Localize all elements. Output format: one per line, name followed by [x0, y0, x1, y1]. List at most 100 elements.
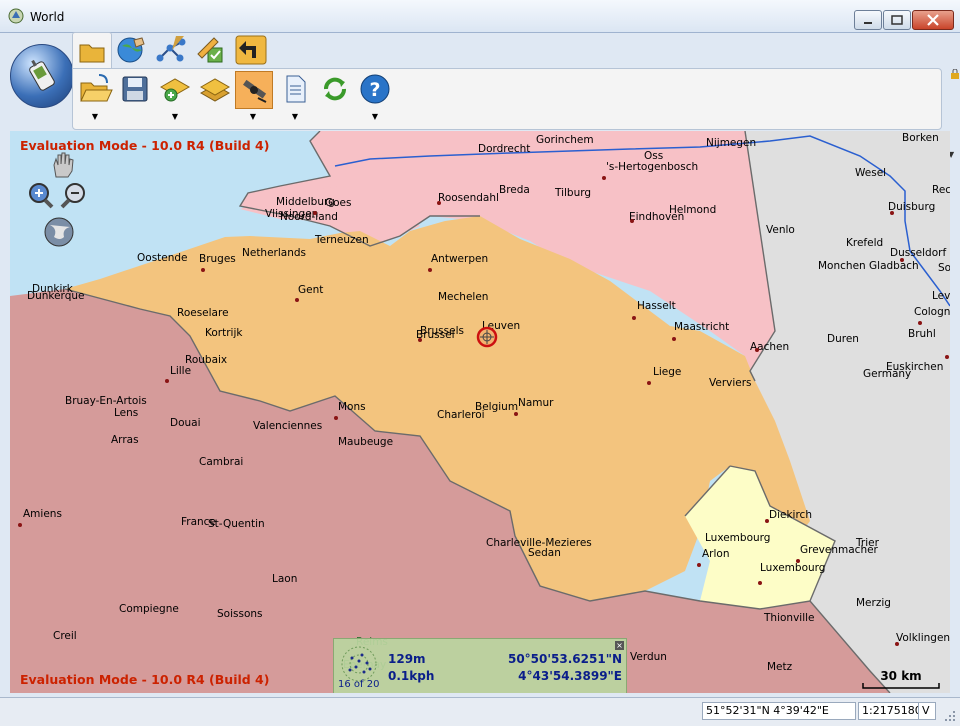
zoom-in-tool[interactable] [26, 181, 54, 209]
place-label: Kortrijk [205, 327, 243, 339]
place-label: Eindhoven [629, 211, 685, 223]
place-label: Diekirch [769, 509, 812, 521]
place-label: Bruay-En-Artois [65, 395, 147, 407]
city-dot [514, 412, 518, 416]
gps-dropdown-icon[interactable]: ▼ [249, 113, 257, 121]
tab-file[interactable] [72, 32, 112, 69]
satellite-sky-icon [340, 645, 378, 683]
open-button[interactable] [77, 71, 113, 107]
city-dot [895, 642, 899, 646]
city-dot [647, 381, 651, 385]
gps-panel[interactable]: 16 of 20 129m 0.1kph 50°50'53.6251"N 4°4… [333, 638, 627, 693]
gps-panel-close-button[interactable]: × [615, 641, 624, 650]
tab-route[interactable] [152, 32, 190, 68]
place-label: Cambrai [199, 456, 244, 468]
place-label: Borken [902, 132, 939, 144]
gps-distance: 129m [388, 652, 426, 666]
document-dropdown-icon[interactable]: ▼ [291, 113, 299, 121]
network-icon [156, 36, 186, 62]
city-dot [18, 523, 22, 527]
place-label: Hasselt [637, 300, 676, 312]
minimize-button[interactable] [854, 10, 882, 30]
place-label: Breda [499, 184, 530, 196]
place-label: Bruges [199, 253, 236, 265]
place-label: Nijmegen [706, 137, 757, 149]
city-dot [765, 519, 769, 523]
city-dot [632, 316, 636, 320]
svg-text:?: ? [369, 79, 380, 101]
city-dot [890, 211, 894, 215]
add-layer-button[interactable] [157, 71, 193, 107]
crosshair-icon [476, 326, 498, 348]
open-folder-icon [80, 74, 113, 102]
resize-grip-icon[interactable] [944, 710, 956, 722]
place-label: Duisburg [888, 201, 936, 213]
place-label: Douai [170, 417, 201, 429]
close-button[interactable] [912, 10, 954, 30]
add-layer-dropdown-icon[interactable]: ▼ [171, 113, 179, 121]
tab-back[interactable] [232, 32, 270, 68]
zoom-out-tool[interactable] [60, 181, 88, 209]
maximize-button[interactable] [883, 10, 911, 30]
help-dropdown-icon[interactable]: ▼ [371, 113, 379, 121]
place-label: Verdun [630, 651, 667, 663]
pan-hand-tool[interactable] [48, 149, 78, 179]
save-button[interactable] [117, 71, 153, 107]
status-bar: 51°52'31"N 4°39'42"E 1:2175180 V [0, 697, 960, 726]
scale-bar-line [862, 683, 940, 689]
place-label: 's-Hertogenbosch [606, 161, 699, 173]
city-dot [602, 176, 606, 180]
city-dot [672, 337, 676, 341]
place-label: Roubaix [185, 354, 228, 366]
folder-icon [79, 44, 105, 63]
place-label: Charleroi [437, 409, 485, 421]
place-label: Soissons [217, 608, 263, 620]
place-label: Merzig [856, 597, 891, 609]
app-menu-orb[interactable] [10, 44, 74, 108]
map-view[interactable]: Evaluation Mode - 10.0 R4 (Build 4) Eval… [10, 131, 950, 693]
satellite-icon [243, 79, 267, 103]
place-label: Antwerpen [431, 253, 489, 265]
city-dot [428, 268, 432, 272]
open-dropdown-icon[interactable]: ▼ [91, 113, 99, 121]
gps-satellite-button[interactable] [235, 71, 273, 109]
place-label: Luxembourg [760, 562, 826, 574]
layers-button[interactable] [197, 71, 233, 107]
floppy-icon [122, 76, 148, 102]
city-dot [437, 201, 441, 205]
lock-icon[interactable] [950, 64, 960, 79]
globe-icon [44, 217, 74, 247]
gps-longitude: 4°43'54.3899"E [518, 669, 622, 683]
tab-gps[interactable] [112, 32, 150, 68]
undo-arrow-icon [235, 35, 267, 65]
place-label: Germany [863, 368, 912, 380]
tab-edit[interactable] [192, 32, 230, 68]
place-label: Goes [325, 197, 352, 209]
place-label: Liege [653, 366, 682, 378]
place-label: Verviers [709, 377, 752, 389]
gps-position-marker [476, 326, 498, 348]
place-label: Gorinchem [536, 134, 594, 146]
place-label: Arras [111, 434, 139, 446]
city-dot [918, 321, 922, 325]
status-scale: 1:2175180 [858, 702, 922, 720]
hand-icon [53, 152, 74, 178]
ribbon: ▼ ▼ ▼ ▼ ? ▼ ▼ [8, 32, 959, 159]
place-label: Thionville [764, 612, 815, 624]
refresh-button[interactable] [317, 71, 353, 107]
place-label: Rec [932, 184, 950, 196]
city-dot [630, 219, 634, 223]
city-dot [796, 559, 800, 563]
document-button[interactable] [277, 71, 313, 107]
zoom-out-icon [60, 183, 85, 209]
help-button[interactable]: ? [357, 71, 393, 107]
world-view-tool[interactable] [42, 215, 76, 249]
app-icon [8, 8, 24, 24]
city-dot [201, 268, 205, 272]
document-icon [286, 75, 306, 103]
city-dot [755, 348, 759, 352]
scale-bar: 30 km [862, 669, 940, 689]
globe-hand-icon [117, 37, 145, 63]
status-mode: V [918, 702, 936, 720]
city-dot [165, 379, 169, 383]
